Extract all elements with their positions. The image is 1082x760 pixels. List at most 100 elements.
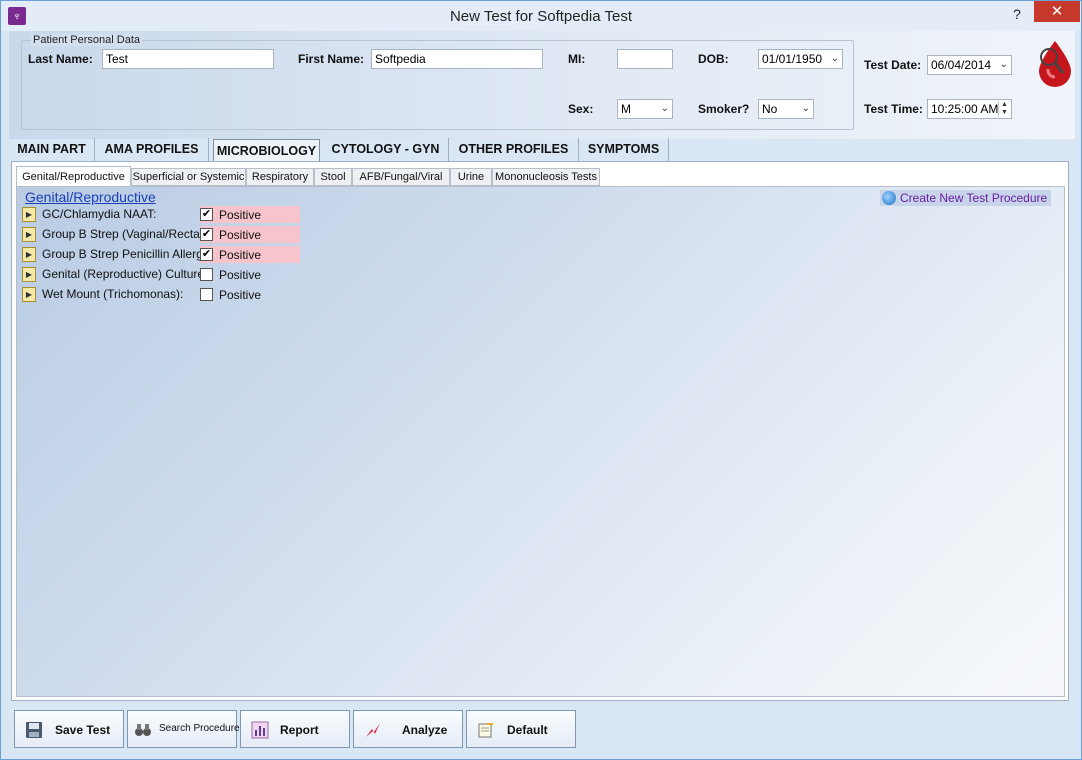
procedure-label: Group B Strep Penicillin Allergic: [42,247,215,261]
patient-data-group: Patient Personal Data Last Name: Test Fi… [21,34,854,130]
globe-icon [882,191,896,205]
procedure-label: Genital (Reproductive) Culture: [42,267,208,281]
section-title-link[interactable]: Genital/Reproductive [25,189,156,205]
mi-field[interactable] [617,49,673,69]
test-date-picker[interactable]: 06/04/2014 ⌄ [927,55,1012,75]
sex-value: M [621,102,631,116]
chevron-down-icon[interactable]: ⌄ [1000,56,1008,74]
smoker-label: Smoker? [698,102,750,116]
help-button[interactable]: ? [1005,3,1029,25]
subtab-urine[interactable]: Urine [450,168,492,186]
binoculars-icon [135,724,151,736]
notepad-pencil-icon [478,723,493,738]
test-date-value: 06/04/2014 [931,58,992,72]
blood-drop-logo-icon [1039,41,1071,87]
analyze-button[interactable]: Analyze [353,710,463,748]
procedure-label: GC/Chlamydia NAAT: [42,207,157,221]
patient-data-group-label: Patient Personal Data [31,34,143,46]
result-cell: Positive [200,286,300,303]
procedure-row: ▶ Genital (Reproductive) Culture: Positi… [22,266,322,284]
spin-down-icon[interactable]: ▼ [1001,109,1008,116]
result-cell: ✔ Positive [200,226,300,243]
title-bar: ♆ New Test for Softpedia Test ? ✕ [1,1,1081,31]
floppy-disk-icon [26,722,42,738]
tab-main-part[interactable]: MAIN PART [9,138,95,162]
positive-checkbox[interactable] [200,288,213,301]
test-date-label: Test Date: [864,58,922,72]
subtab-respiratory[interactable]: Respiratory [246,168,314,186]
positive-label: Positive [219,268,262,282]
save-test-button[interactable]: Save Test [14,710,124,748]
window-title: New Test for Softpedia Test [449,8,633,25]
first-name-label: First Name: [298,52,365,66]
subtab-superficial-systemic[interactable]: Superficial or Systemic [131,168,246,186]
last-name-field[interactable]: Test [102,49,274,69]
first-name-field[interactable]: Softpedia [371,49,543,69]
positive-checkbox[interactable]: ✔ [200,248,213,261]
expand-arrow-icon[interactable]: ▶ [22,267,36,282]
default-label: Default [507,723,548,737]
bar-chart-icon [251,721,269,739]
test-time-value: 10:25:00 AM [931,102,999,116]
chevron-down-icon[interactable]: ⌄ [661,100,669,118]
subtab-genital-reproductive[interactable]: Genital/Reproductive [16,166,131,187]
subtab-afb-fungal-viral[interactable]: AFB/Fungal/Viral [352,168,450,186]
positive-label: Positive [219,208,262,222]
patient-header-panel: Patient Personal Data Last Name: Test Fi… [9,31,1075,139]
procedure-label: Group B Strep (Vaginal/Rectal): [42,227,210,241]
positive-label: Positive [219,288,262,302]
positive-checkbox[interactable]: ✔ [200,208,213,221]
create-link-label: Create New Test Procedure [900,191,1048,205]
test-time-picker[interactable]: 10:25:00 AM ▲ ▼ [927,99,1012,119]
result-cell: Positive [200,266,300,283]
tab-microbiology[interactable]: MICROBIOLOGY [213,139,320,163]
search-procedure-button[interactable]: Search Procedure [127,710,240,748]
smoker-value: No [762,102,778,116]
result-cell: ✔ Positive [200,246,300,263]
tab-cytology-gyn[interactable]: CYTOLOGY - GYN [323,138,449,162]
positive-label: Positive [219,248,262,262]
search-procedure-label: Search Procedure [159,723,240,734]
report-button[interactable]: Report [240,710,350,748]
bottom-toolbar: Save Test Search Procedure Report Analyz… [9,706,1075,756]
tab-other-profiles[interactable]: OTHER PROFILES [449,138,579,162]
dob-picker[interactable]: 01/01/1950 ⌄ [758,49,843,69]
close-button[interactable]: ✕ [1034,1,1080,22]
create-new-test-procedure-link[interactable]: Create New Test Procedure [880,190,1052,206]
chevron-down-icon[interactable]: ⌄ [831,50,839,68]
lightning-icon [366,723,380,737]
save-test-label: Save Test [55,723,111,737]
default-button[interactable]: Default [466,710,576,748]
smoker-select[interactable]: No ⌄ [758,99,814,119]
test-time-label: Test Time: [864,102,923,116]
dob-label: DOB: [698,52,729,66]
procedure-row: ▶ GC/Chlamydia NAAT: ✔ Positive [22,206,322,224]
microbiology-panel: Genital/Reproductive Superficial or Syst… [11,161,1069,701]
sex-label: Sex: [568,102,594,116]
procedure-list-area: Genital/Reproductive Create New Test Pro… [16,186,1065,697]
chevron-down-icon[interactable]: ⌄ [802,100,810,118]
sex-select[interactable]: M ⌄ [617,99,673,119]
procedure-row: ▶ Group B Strep Penicillin Allergic: ✔ P… [22,246,322,264]
expand-arrow-icon[interactable]: ▶ [22,247,36,262]
procedure-row: ▶ Wet Mount (Trichomonas): Positive [22,286,322,304]
subtab-mononucleosis[interactable]: Mononucleosis Tests [492,168,600,186]
tab-ama-profiles[interactable]: AMA PROFILES [95,138,209,162]
dob-value: 01/01/1950 [762,52,823,66]
positive-checkbox[interactable]: ✔ [200,228,213,241]
app-window: ♆ New Test for Softpedia Test ? ✕ Patien… [0,0,1082,760]
procedure-label: Wet Mount (Trichomonas): [42,287,184,301]
tab-symptoms[interactable]: SYMPTOMS [579,138,669,162]
subtab-stool[interactable]: Stool [314,168,352,186]
procedure-row: ▶ Group B Strep (Vaginal/Rectal): ✔ Posi… [22,226,322,244]
expand-arrow-icon[interactable]: ▶ [22,207,36,222]
positive-label: Positive [219,228,262,242]
expand-arrow-icon[interactable]: ▶ [22,227,36,242]
positive-checkbox[interactable] [200,268,213,281]
mi-label: MI: [568,52,586,66]
expand-arrow-icon[interactable]: ▶ [22,287,36,302]
spin-up-icon[interactable]: ▲ [1001,101,1008,108]
result-cell: ✔ Positive [200,206,300,223]
report-label: Report [280,723,319,737]
time-spinner[interactable]: ▲ ▼ [998,101,1010,117]
